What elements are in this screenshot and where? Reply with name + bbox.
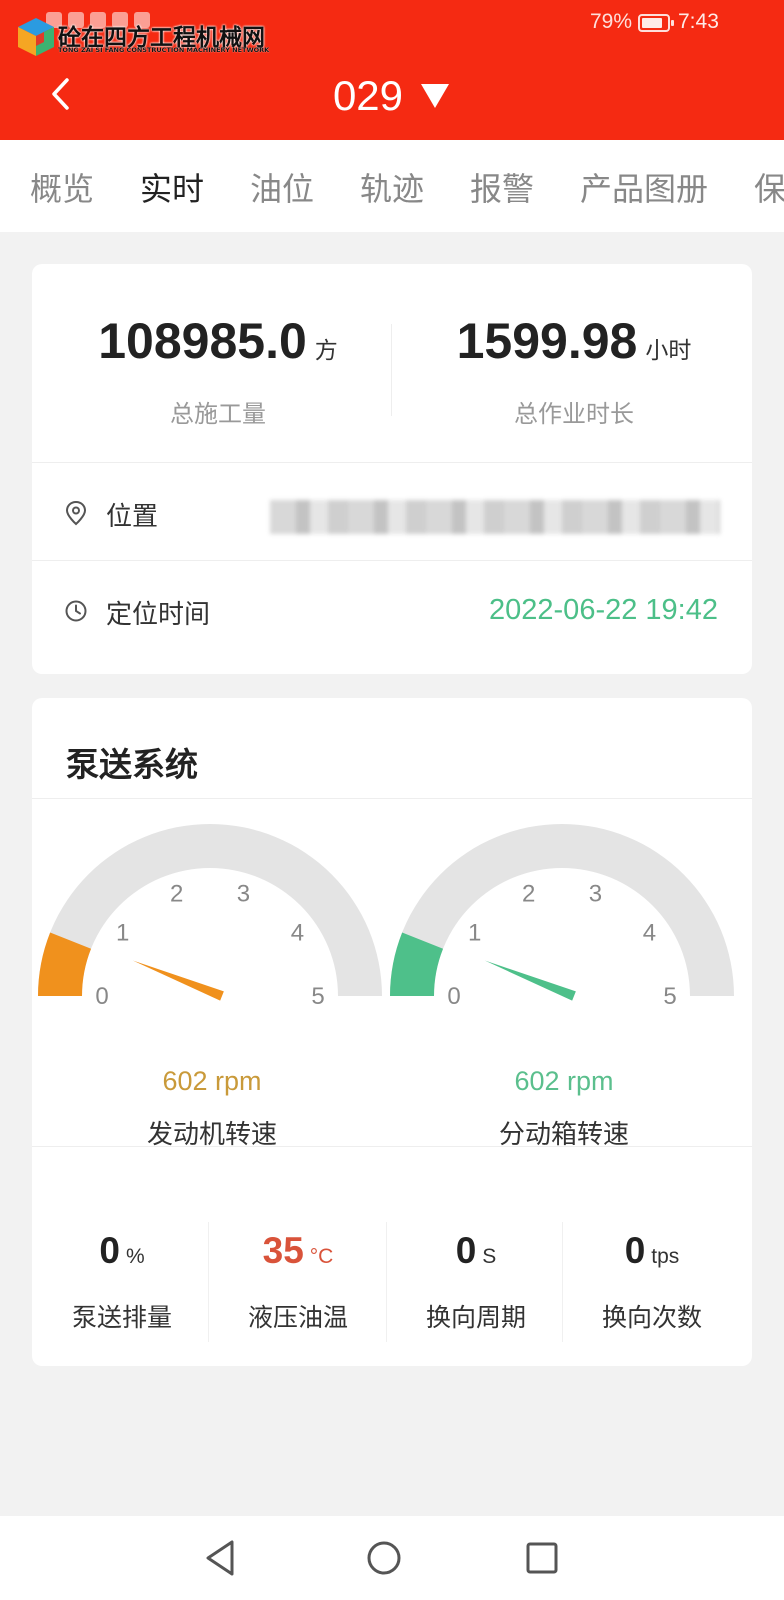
circle-home-icon[interactable] [362, 1536, 406, 1580]
hydraulic-oil-temp-metric: 35 °C 液压油温 [208, 1230, 388, 1334]
reversing-cycle-metric: 0S 换向周期 [386, 1230, 566, 1334]
gauge-tick-label: 2 [170, 880, 183, 907]
gauge-readout: 602 rpm [514, 1066, 614, 1096]
metric-value: 35 [262, 1230, 304, 1271]
tab-product-catalog[interactable]: 产品图册 [580, 164, 708, 210]
total-volume-stat: 108985.0 方 总施工量 [48, 312, 388, 429]
metric-value: 0 [624, 1230, 646, 1271]
position-time-label: 定位时间 [106, 600, 211, 630]
gauge-tick-label: 0 [447, 983, 460, 1010]
status-clock: 7:43 [678, 10, 719, 33]
row-divider [32, 1146, 752, 1147]
gauge-needle [484, 960, 576, 1001]
location-pin-icon [65, 500, 87, 526]
gauge-tick-label: 4 [643, 920, 656, 947]
metric-unit: °C [309, 1245, 334, 1268]
device-selector[interactable]: 029 [333, 72, 451, 120]
summary-card: 108985.0 方 总施工量 1599.98 小时 总作业时长 位置 定位时间 2… [32, 264, 752, 674]
total-hours-value: 1599.98 [456, 313, 638, 369]
gauge-tick-label: 1 [468, 920, 481, 947]
gauge-tick-label: 5 [663, 983, 676, 1010]
tab-more[interactable]: 保 [754, 164, 784, 210]
location-value-redacted [270, 500, 720, 534]
total-volume-unit: 方 [314, 338, 338, 364]
gauge-tick-label: 3 [589, 880, 602, 907]
gauge-tick-label: 0 [95, 983, 108, 1010]
total-volume-label: 总施工量 [170, 400, 266, 428]
tab-alarm[interactable]: 报警 [470, 164, 534, 210]
pump-system-card: 泵送系统 012345 602 rpm 发动机转速 012345 602 rpm… [32, 698, 752, 1366]
logo-subtext: TONG ZAI SI FANG CONSTRUCTION MACHINERY … [58, 46, 270, 54]
gauge-tick-label: 3 [237, 880, 250, 907]
gauge-tick-label: 5 [311, 983, 324, 1010]
position-time-value: 2022-06-22 19:42 [489, 594, 718, 626]
gauge-dial: 0 1 2 3 4 5 [390, 824, 734, 1010]
pump-displacement-metric: 0% 泵送排量 [32, 1230, 212, 1334]
metric-label: 换向次数 [601, 1303, 702, 1332]
total-hours-label: 总作业时长 [514, 400, 634, 428]
gauge-tick-label: 1 [116, 920, 129, 947]
metric-unit: S [482, 1245, 497, 1268]
logo-cube-icon [18, 18, 54, 56]
gauge-track [390, 824, 734, 996]
gauge-tick-label: 4 [291, 920, 304, 947]
metric-unit: tps [651, 1245, 680, 1268]
gauge-dial: 0 1 2 3 4 5 [38, 824, 382, 1010]
gauge-needle [132, 960, 224, 1001]
system-nav-bar [0, 1516, 784, 1600]
total-hours-unit: 小时 [645, 338, 692, 364]
row-divider [32, 798, 752, 799]
square-recent-icon[interactable] [520, 1536, 564, 1580]
total-volume-value: 108985.0 [98, 313, 307, 369]
section-title: 泵送系统 [66, 745, 198, 784]
reversing-count-metric: 0 tps 换向次数 [562, 1230, 742, 1334]
triangle-back-icon[interactable] [200, 1536, 244, 1580]
battery-percentage: 79% [590, 10, 633, 33]
engine-speed-gauge: 012345 602 rpm 发动机转速 [32, 824, 392, 1178]
title-container: 029 [0, 70, 784, 122]
transfer-case-speed-gauge: 012345 602 rpm 分动箱转速 [384, 824, 744, 1178]
location-label: 位置 [106, 502, 159, 532]
row-divider [32, 560, 752, 561]
row-divider [32, 462, 752, 463]
battery-icon [638, 14, 674, 32]
tab-overview[interactable]: 概览 [30, 164, 94, 210]
metric-value: 0 [99, 1230, 120, 1271]
metric-value: 0 [455, 1230, 477, 1271]
clock-icon [65, 600, 87, 622]
watermark-logo: 砼在四方工程机械网 TONG ZAI SI FANG CONSTRUCTION … [16, 16, 276, 60]
metric-unit: % [125, 1245, 145, 1268]
tab-bar: 概览 实时 油位 轨迹 报警 产品图册 保 [0, 140, 784, 232]
page-title: 029 [332, 72, 404, 119]
location-row: 位置 [32, 464, 752, 562]
metric-label: 换向周期 [425, 1303, 526, 1332]
position-time-row: 定位时间 2022-06-22 19:42 [32, 562, 752, 660]
tab-oil-level[interactable]: 油位 [250, 164, 314, 210]
total-hours-stat: 1599.98 小时 总作业时长 [404, 312, 744, 429]
gauge-readout: 602 rpm [162, 1066, 262, 1096]
caret-down-icon [421, 84, 450, 108]
stat-divider [391, 324, 392, 416]
tab-realtime[interactable]: 实时 [140, 164, 205, 210]
metric-label: 泵送排量 [71, 1303, 172, 1332]
gauge-tick-label: 2 [522, 880, 535, 907]
tab-track[interactable]: 轨迹 [360, 164, 424, 210]
app-header: 79% 7:43 砼在四方工程机械网 TONG ZAI SI FANG CONS… [0, 0, 784, 140]
metric-label: 液压油温 [247, 1303, 348, 1332]
gauge-track [38, 824, 382, 996]
